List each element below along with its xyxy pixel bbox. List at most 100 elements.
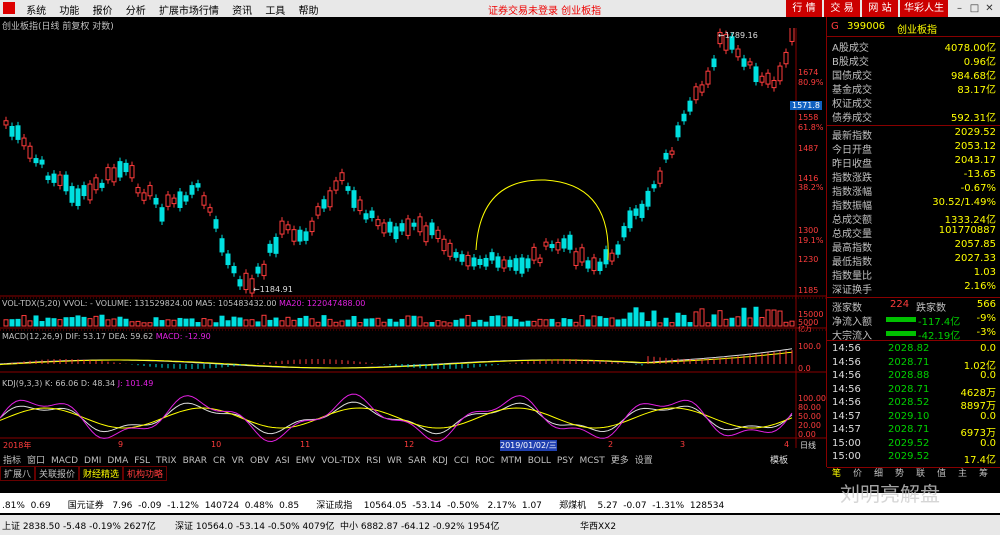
volume-bar [285, 316, 291, 327]
sub-tab[interactable]: 财经精选 [79, 466, 124, 481]
indicator-tab[interactable]: DMA [104, 456, 131, 466]
panel-row-label: 债券成交 [832, 113, 872, 124]
candle [21, 137, 27, 147]
tick-time: 14:57 [832, 410, 861, 422]
indicator-tab[interactable]: MACD [48, 456, 81, 466]
panel-row-value: 0.96亿 [963, 57, 996, 68]
indicator-tab[interactable]: KDJ [429, 456, 451, 466]
indicator-tab[interactable]: WR [384, 456, 405, 466]
panel-row: 指数涨跌 -13.65 [830, 169, 998, 184]
candle [63, 174, 69, 192]
panel-row: 今日开盘 2053.12 [830, 141, 998, 156]
menu-tools[interactable]: 工具 [260, 0, 290, 19]
indicator-tab[interactable]: OBV [247, 456, 272, 466]
indicator-tab[interactable]: SAR [405, 456, 429, 466]
template-button[interactable]: 模板 [770, 453, 788, 466]
indicator-tab[interactable]: PSY [554, 456, 577, 466]
panel-row-label: 最新指数 [832, 131, 872, 142]
indicator-tab[interactable]: BOLL [525, 456, 554, 466]
volume-bar [639, 312, 645, 327]
website-button[interactable]: 网 站 [862, 0, 898, 17]
tick-price: 2028.71 [888, 356, 930, 368]
indicator-tab[interactable]: VR [229, 456, 247, 466]
panel-row-label: 昨日收盘 [832, 159, 872, 170]
candle [495, 256, 501, 268]
indicator-tab[interactable]: 指标 [0, 453, 24, 466]
menu-help[interactable]: 帮助 [294, 0, 324, 19]
indicator-tab[interactable]: MCST [577, 456, 608, 466]
candle [141, 192, 147, 201]
indicator-tab[interactable]: RSI [363, 456, 384, 466]
panel-row-value: -0.67% [960, 183, 996, 194]
sme-index[interactable]: 中小 6882.87 -64.12 -0.92% 1954亿 [340, 519, 499, 532]
indicator-tab[interactable]: MTM [498, 456, 525, 466]
candle [765, 72, 771, 85]
indicator-tab[interactable]: ROC [472, 456, 498, 466]
menu-news[interactable]: 资讯 [227, 0, 257, 19]
kdj-axis-100: 100.00 [798, 394, 826, 403]
volume-bar [609, 317, 615, 327]
tick-price: 2028.82 [888, 343, 930, 354]
time-10: 10 [211, 440, 222, 449]
macd-axis-100: 100.0 [798, 342, 821, 351]
indicator-tab[interactable]: VOL-TDX [318, 456, 363, 466]
indicator-tab[interactable]: FSL [131, 456, 153, 466]
candle [633, 208, 639, 216]
menu-quote[interactable]: 报价 [88, 0, 118, 19]
indicator-tab[interactable]: BRAR [180, 456, 210, 466]
candle [531, 246, 537, 261]
volume-bar [117, 316, 123, 327]
panel-tab[interactable]: 筹 [973, 466, 994, 479]
candle [519, 257, 525, 274]
close-icon[interactable]: ✕ [982, 0, 997, 17]
candle [153, 197, 159, 205]
volume-bar [207, 319, 213, 327]
sub-tab[interactable]: 关联报价 [35, 466, 80, 481]
menu-analysis[interactable]: 分析 [121, 0, 151, 19]
candle [165, 194, 171, 207]
panel-row: 昨日收盘 2043.17 [830, 155, 998, 170]
candle [411, 222, 417, 227]
indicator-tab[interactable]: DMI [81, 456, 104, 466]
sh-index[interactable]: 上证 2838.50 -5.48 -0.19% 2627亿 [2, 519, 156, 532]
flow-bar [886, 317, 916, 322]
menu-system[interactable]: 系统 [21, 0, 51, 19]
panel-tab[interactable]: 主 [952, 466, 973, 479]
menu-ext-market[interactable]: 扩展市场行情 [154, 0, 224, 19]
menu-function[interactable]: 功能 [54, 0, 84, 19]
indicator-tab[interactable]: 更多 [608, 453, 632, 466]
indicator-tab[interactable]: EMV [293, 456, 319, 466]
indicator-tab[interactable]: 窗口 [24, 453, 48, 466]
period-label[interactable]: 日线 [800, 440, 816, 451]
indicator-tab[interactable]: TRIX [153, 456, 180, 466]
volume-bar [111, 318, 117, 327]
sub-tab[interactable]: 机构功略 [123, 466, 168, 481]
flow-pct: -9% [976, 313, 996, 324]
candle [213, 219, 219, 229]
trade-button[interactable]: 交 易 [824, 0, 860, 17]
minimize-icon[interactable]: – [952, 0, 967, 17]
indicator-tab[interactable]: ASI [272, 456, 293, 466]
candle [501, 259, 507, 269]
quote-button[interactable]: 行 情 [786, 0, 822, 17]
volume-bar [147, 322, 153, 327]
candle [405, 218, 411, 236]
maximize-icon[interactable]: □ [967, 0, 982, 17]
kline-chart[interactable] [0, 28, 826, 468]
price-axis-809: 80.9% [798, 78, 824, 87]
server-name: 华西XX2 [580, 522, 617, 532]
volume-bar [129, 321, 135, 327]
candle [321, 199, 327, 209]
sz-index[interactable]: 深证 10564.0 -53.14 -0.50% 4079亿 [175, 519, 334, 532]
volume-bar [447, 322, 453, 327]
huacai-button[interactable]: 华彩人生 [900, 0, 948, 17]
indicator-tab[interactable]: CCI [451, 456, 472, 466]
sub-tab[interactable]: 扩展八 [0, 466, 36, 481]
volume-bar [177, 317, 183, 327]
volume-bar [93, 315, 99, 327]
panel-row-label: 总成交额 [832, 215, 872, 226]
volume-bar [3, 319, 9, 327]
volume-bar [249, 319, 255, 327]
indicator-tab[interactable]: 设置 [632, 453, 656, 466]
indicator-tab[interactable]: CR [210, 456, 229, 466]
